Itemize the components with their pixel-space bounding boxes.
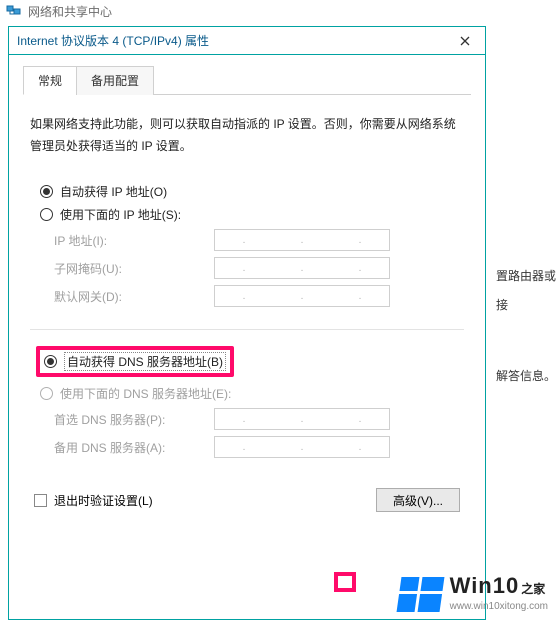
radio-dns-manual[interactable]: 使用下面的 DNS 服务器地址(E): [34, 385, 460, 402]
subnet-mask-row: 子网掩码(U): ... [54, 257, 460, 279]
radio-icon [40, 208, 53, 221]
tab-panel-general: 如果网络支持此功能，则可以获取自动指派的 IP 设置。否则，你需要从网络系统管理… [23, 95, 471, 519]
gateway-label: 默认网关(D): [54, 288, 214, 305]
ip-address-label: IP 地址(I): [54, 232, 214, 249]
ip-address-row: IP 地址(I): ... [54, 229, 460, 251]
dns-group: 自动获得 DNS 服务器地址(B) 使用下面的 DNS 服务器地址(E): 首选… [30, 336, 464, 474]
dialog-titlebar: Internet 协议版本 4 (TCP/IPv4) 属性 [9, 27, 485, 55]
radio-icon [40, 185, 53, 198]
pref-dns-row: 首选 DNS 服务器(P): ... [54, 408, 460, 430]
ip-address-group: 自动获得 IP 地址(O) 使用下面的 IP 地址(S): IP 地址(I): … [30, 171, 464, 323]
group-divider [30, 329, 464, 330]
subnet-mask-input[interactable]: ... [214, 257, 390, 279]
validate-on-exit-checkbox[interactable]: 退出时验证设置(L) [34, 492, 153, 509]
checkbox-icon [34, 494, 47, 507]
advanced-button[interactable]: 高级(V)... [376, 488, 460, 512]
pref-dns-label: 首选 DNS 服务器(P): [54, 411, 214, 428]
close-button[interactable] [445, 27, 485, 55]
tab-alternate[interactable]: 备用配置 [76, 66, 154, 95]
subnet-mask-label: 子网掩码(U): [54, 260, 214, 277]
watermark: Win10之家 www.win10xitong.com [399, 573, 548, 612]
radio-dns-auto-label: 自动获得 DNS 服务器地址(B) [64, 352, 226, 371]
parent-window-titlebar: 网络和共享中心 [0, 0, 556, 22]
pref-dns-input[interactable]: ... [214, 408, 390, 430]
background-text-fragment: 置路由器或接 解答信息。 [496, 262, 556, 390]
radio-dns-manual-label: 使用下面的 DNS 服务器地址(E): [60, 385, 231, 402]
dialog-title: Internet 协议版本 4 (TCP/IPv4) 属性 [17, 32, 445, 49]
brand-main: Win10 [450, 573, 520, 598]
brand-sub: 之家 [521, 582, 545, 596]
brand-url: www.win10xitong.com [450, 601, 548, 612]
bottom-row: 退出时验证设置(L) 高级(V)... [30, 488, 464, 512]
radio-icon [40, 387, 53, 400]
radio-ip-auto[interactable]: 自动获得 IP 地址(O) [34, 183, 460, 200]
annotation-red-square [334, 572, 356, 592]
radio-dns-auto[interactable]: 自动获得 DNS 服务器地址(B) [44, 352, 226, 371]
gateway-row: 默认网关(D): ... [54, 285, 460, 307]
radio-icon [44, 355, 57, 368]
tab-general[interactable]: 常规 [23, 66, 77, 95]
gateway-input[interactable]: ... [214, 285, 390, 307]
ip-address-input[interactable]: ... [214, 229, 390, 251]
ipv4-properties-dialog: Internet 协议版本 4 (TCP/IPv4) 属性 常规 备用配置 如果… [8, 26, 486, 620]
network-center-icon [6, 3, 22, 19]
parent-window-title: 网络和共享中心 [28, 3, 112, 20]
tab-strip: 常规 备用配置 [23, 65, 471, 95]
windows-logo-icon [396, 577, 444, 612]
radio-ip-manual[interactable]: 使用下面的 IP 地址(S): [34, 206, 460, 223]
alt-dns-input[interactable]: ... [214, 436, 390, 458]
radio-ip-manual-label: 使用下面的 IP 地址(S): [60, 206, 181, 223]
description-text: 如果网络支持此功能，则可以获取自动指派的 IP 设置。否则，你需要从网络系统管理… [30, 114, 464, 157]
close-icon [460, 36, 470, 46]
radio-ip-auto-label: 自动获得 IP 地址(O) [60, 183, 167, 200]
alt-dns-row: 备用 DNS 服务器(A): ... [54, 436, 460, 458]
alt-dns-label: 备用 DNS 服务器(A): [54, 439, 214, 456]
highlight-auto-dns: 自动获得 DNS 服务器地址(B) [36, 346, 234, 377]
validate-on-exit-label: 退出时验证设置(L) [54, 492, 153, 509]
